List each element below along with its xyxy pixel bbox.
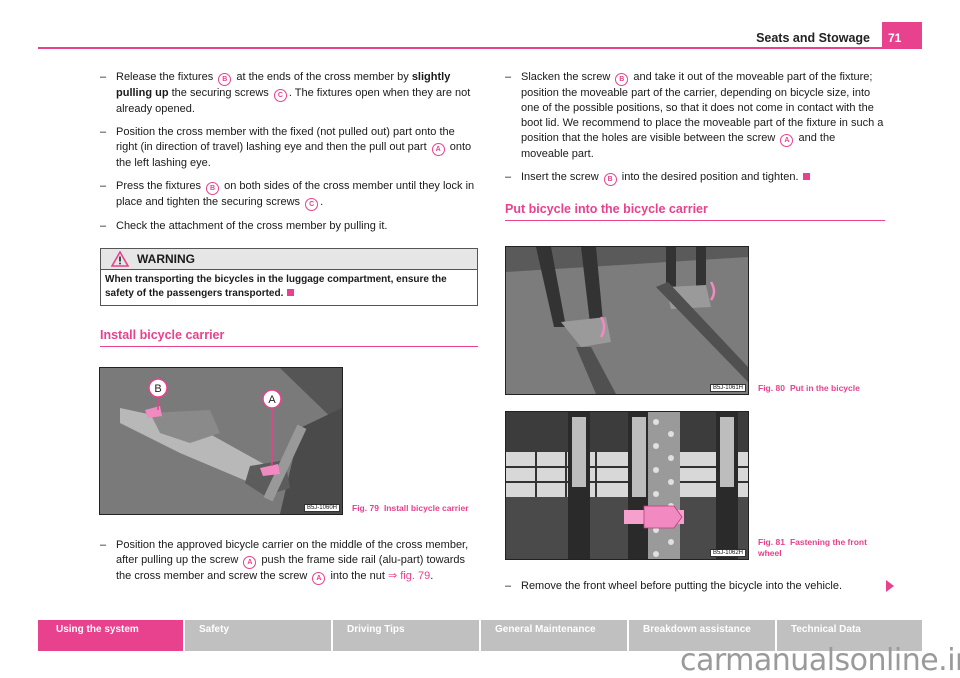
ref-c: C: [273, 89, 287, 102]
page-number: 71: [882, 22, 922, 48]
bicycle-carrier-illustration: B A: [100, 368, 342, 514]
end-mark: [287, 289, 295, 296]
figure-79-caption: Fig. 79 Install bicycle carrier: [352, 503, 469, 513]
step-insert-screw: – Insert the screw B into the desired po…: [505, 170, 885, 186]
step-remove-front-wheel: – Remove the front wheel before putting …: [505, 580, 843, 592]
figure-code: B5J-1061H: [709, 384, 746, 392]
nav-tab-general-maintenance[interactable]: General Maintenance: [481, 620, 627, 651]
svg-text:A: A: [268, 394, 276, 406]
figure-code: B5J-1060H: [303, 504, 340, 512]
ref-b: B: [218, 73, 232, 86]
install-step-block: – Position the approved bicycle carrier …: [100, 538, 478, 593]
ref-a: A: [431, 143, 445, 156]
step-position-carrier: – Position the approved bicycle carrier …: [100, 538, 478, 585]
final-step-block: – Remove the front wheel before putting …: [505, 579, 885, 602]
dash: –: [505, 71, 512, 83]
end-mark: [802, 173, 810, 180]
bicycle-in-carrier-illustration: [506, 247, 748, 394]
front-wheel-fastening-illustration: [506, 412, 748, 559]
dash: –: [100, 180, 107, 192]
ref-c: C: [305, 198, 319, 211]
right-column: – Slacken the screw B and take it out of…: [505, 70, 885, 221]
figure-81-image: B5J-1062H: [505, 411, 749, 560]
step-slacken-screw: – Slacken the screw B and take it out of…: [505, 71, 884, 160]
dash: –: [100, 220, 107, 232]
left-column: – Release the fixtures B at the ends of …: [100, 70, 478, 347]
warning-title: WARNING: [137, 251, 195, 266]
figure-79-link[interactable]: ⇒ fig. 79: [388, 570, 430, 582]
figure-code: B5J-1062H: [709, 549, 746, 557]
warning-header: WARNING: [101, 249, 477, 269]
warning-text: When transporting the bicycles in the lu…: [101, 269, 477, 305]
step-release-fixtures: – Release the fixtures B at the ends of …: [100, 71, 471, 115]
nav-tab-using-the-system[interactable]: Using the system: [38, 620, 183, 651]
svg-text:B: B: [154, 383, 161, 395]
continue-arrow-icon[interactable]: [886, 580, 894, 592]
ref-b: B: [206, 182, 220, 195]
nav-tab-driving-tips[interactable]: Driving Tips: [333, 620, 479, 651]
section-title-put-bicycle: Put bicycle into the bicycle carrier: [505, 202, 885, 221]
header-rule: [38, 47, 922, 49]
nav-tab-safety[interactable]: Safety: [185, 620, 331, 651]
dash: –: [100, 71, 107, 83]
warning-triangle-icon: [111, 251, 129, 267]
ref-a: A: [243, 556, 257, 569]
section-title-install: Install bicycle carrier: [100, 328, 478, 347]
dash: –: [100, 539, 107, 551]
chapter-title: Seats and Stowage: [756, 31, 870, 45]
step-press-fixtures: – Press the fixtures B on both sides of …: [100, 179, 478, 211]
watermark: carmanualsonline.info: [680, 643, 960, 678]
dash: –: [505, 171, 512, 183]
dash: –: [100, 126, 107, 138]
ref-b: B: [615, 73, 629, 86]
dash: –: [505, 580, 512, 592]
figure-80-image: B5J-1061H: [505, 246, 749, 395]
ref-a: A: [312, 572, 326, 585]
figure-81-caption: Fig. 81 Fastening the front wheel: [758, 537, 867, 558]
step-position-cross-member: – Position the cross member with the fix…: [100, 126, 472, 169]
figure-79-image: B A B5J-1060H: [99, 367, 343, 515]
warning-box: WARNING When transporting the bicycles i…: [100, 248, 478, 306]
ref-a: A: [780, 134, 794, 147]
step-check-attachment: – Check the attachment of the cross memb…: [100, 220, 388, 232]
figure-80-caption: Fig. 80 Put in the bicycle: [758, 383, 860, 393]
ref-b: B: [603, 173, 617, 186]
